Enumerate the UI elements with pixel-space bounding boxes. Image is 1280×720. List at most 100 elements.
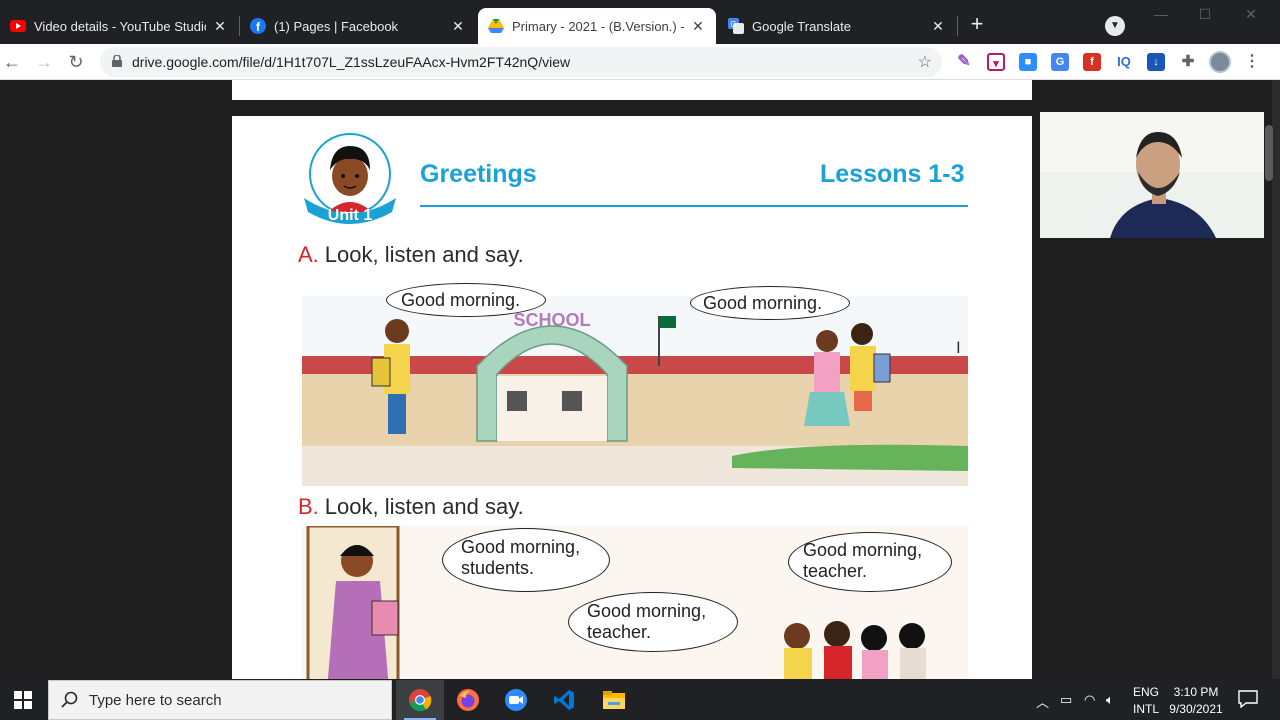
close-tab-icon[interactable]: ✕ (212, 18, 228, 34)
school-sign: SCHOOL (513, 310, 590, 330)
lesson-title: Greetings (420, 160, 537, 188)
language-code: ENG (1133, 685, 1160, 699)
taskbar-firefox[interactable] (444, 680, 492, 720)
teacher-speech-bubble: Good morning, students. (442, 528, 610, 592)
back-arrow-icon[interactable]: ← (0, 50, 24, 74)
url-text: drive.google.com/file/d/1H1t707L_Z1ssLze… (132, 54, 571, 70)
section-a-heading: A. Look, listen and say. (298, 242, 524, 268)
tab-facebook[interactable]: f (1) Pages | Facebook ✕ (240, 8, 476, 44)
keyboard-layout: INTL (1133, 702, 1160, 716)
address-bar[interactable]: drive.google.com/file/d/1H1t707L_Z1ssLze… (100, 47, 942, 77)
calendar-extension-icon[interactable]: ▾ (987, 53, 1005, 71)
section-text: Look, listen and say. (324, 494, 524, 519)
tab-title: Video details - YouTube Studio (34, 18, 206, 34)
bubble-line: Good morning, (587, 601, 707, 621)
bubble-line: Good morning, (461, 537, 581, 557)
more-menu-icon[interactable]: ⋮ (1244, 51, 1260, 71)
clock-date: 9/30/2021 (1169, 702, 1223, 716)
unit-badge: Unit 1 (304, 133, 396, 224)
maximize-icon[interactable]: ☐ (1190, 6, 1220, 26)
section-text: Look, listen and say. (324, 242, 524, 267)
tab-title: Primary - 2021 - (B.Version.) - Cla (512, 18, 684, 34)
battery-icon[interactable]: ▭ (1060, 692, 1072, 708)
show-hidden-icons-chevron-icon[interactable]: ︿ (1036, 692, 1049, 711)
section-letter: A. (298, 242, 319, 267)
browser-toolbar: ← → ↻ drive.google.com/file/d/1H1t707L_Z… (0, 44, 1280, 80)
text-cursor-icon: I (956, 338, 961, 357)
forward-arrow-icon[interactable]: → (32, 50, 56, 74)
pdf-extension-icon[interactable]: f (1083, 53, 1101, 71)
zoom-icon (505, 689, 527, 711)
search-placeholder: Type here to search (89, 692, 222, 709)
taskbar-zoom[interactable] (492, 680, 540, 720)
tab-search-icon[interactable]: ▼ (1105, 16, 1125, 36)
youtube-icon (10, 18, 26, 34)
google-translate-icon: G (728, 18, 744, 34)
student-speech-bubble-2: Good morning, teacher. (568, 592, 738, 652)
lock-icon (112, 55, 122, 67)
notification-center-icon[interactable] (1238, 690, 1258, 708)
zoom-extension-icon[interactable]: ■ (1019, 53, 1037, 71)
taskbar-vscode[interactable] (540, 680, 588, 720)
section-letter: B. (298, 494, 319, 519)
student-4 (900, 648, 926, 679)
bookmark-star-icon[interactable]: ☆ (918, 52, 932, 72)
section-b-heading: B. Look, listen and say. (298, 494, 524, 520)
tab-separator (957, 16, 958, 36)
translate-extension-icon[interactable]: G (1051, 53, 1069, 71)
download-extension-icon[interactable]: ↓ (1147, 53, 1165, 71)
file-explorer-icon (603, 691, 625, 709)
page-scrollbar[interactable] (1272, 80, 1280, 679)
bubble-line: students. (461, 558, 535, 578)
reload-icon[interactable]: ↻ (64, 50, 88, 74)
unit-label: Unit 1 (328, 207, 373, 224)
volume-icon[interactable]: 🔈︎ (1106, 692, 1114, 708)
lessons-label: Lessons 1-3 (820, 160, 965, 188)
student-3 (862, 650, 888, 679)
bubble-line: Good morning, (803, 540, 923, 560)
wifi-icon[interactable]: ◠ (1084, 692, 1095, 708)
language-indicator[interactable]: ENG INTL (1133, 684, 1159, 718)
tab-youtube-studio[interactable]: Video details - YouTube Studio ✕ (0, 8, 238, 44)
windows-start-icon[interactable] (14, 691, 32, 709)
title-rule (420, 205, 968, 207)
speech-bubble-left: Good morning. (386, 283, 546, 317)
taskbar-file-explorer[interactable] (590, 680, 638, 720)
close-window-icon[interactable]: ✕ (1236, 6, 1266, 26)
system-clock[interactable]: 3:10 PM 9/30/2021 (1168, 684, 1224, 718)
windows-taskbar: Type here to search ︿ ▭ ◠ 🔈︎ ENG INTL 3:… (0, 680, 1280, 720)
puzzle-extensions-icon[interactable]: ✚ (1179, 53, 1197, 71)
profile-avatar[interactable] (1209, 51, 1231, 73)
student-1 (784, 648, 812, 679)
google-drive-icon (488, 18, 504, 34)
close-tab-icon[interactable]: ✕ (930, 18, 946, 34)
facebook-icon: f (250, 18, 266, 34)
taskbar-search-box[interactable]: Type here to search (48, 680, 392, 720)
minimize-icon[interactable]: — (1146, 6, 1176, 26)
scrollbar-thumb[interactable] (1265, 125, 1273, 181)
svg-text:G: G (730, 20, 736, 29)
firefox-icon (457, 689, 479, 711)
pen-extension-icon[interactable]: ✎ (955, 53, 973, 71)
clock-time: 3:10 PM (1173, 685, 1219, 699)
new-tab-button[interactable]: + (966, 13, 988, 36)
previous-page (232, 80, 1032, 100)
girl-right (804, 392, 850, 426)
iq-extension-icon[interactable]: IQ (1115, 53, 1133, 71)
tab-title: (1) Pages | Facebook (274, 18, 399, 34)
speech-bubble-right: Good morning. (690, 286, 850, 320)
search-icon (61, 691, 78, 708)
student-speech-bubble-1: Good morning, teacher. (788, 532, 952, 592)
tab-title: Google Translate (752, 18, 852, 34)
chrome-icon (409, 689, 432, 712)
boy-right (850, 346, 876, 391)
bubble-line: teacher. (587, 622, 652, 642)
taskbar-chrome[interactable] (396, 680, 444, 720)
close-tab-icon[interactable]: ✕ (690, 18, 706, 34)
student-2 (824, 646, 852, 679)
close-tab-icon[interactable]: ✕ (450, 18, 466, 34)
tab-google-translate[interactable]: G Google Translate ✕ (718, 8, 956, 44)
vscode-icon (554, 690, 574, 710)
tab-google-drive[interactable]: Primary - 2021 - (B.Version.) - Cla ✕ (478, 8, 716, 44)
document-page: Unit 1 Greetings Lessons 1-3 A. Look, lis… (232, 116, 1032, 679)
